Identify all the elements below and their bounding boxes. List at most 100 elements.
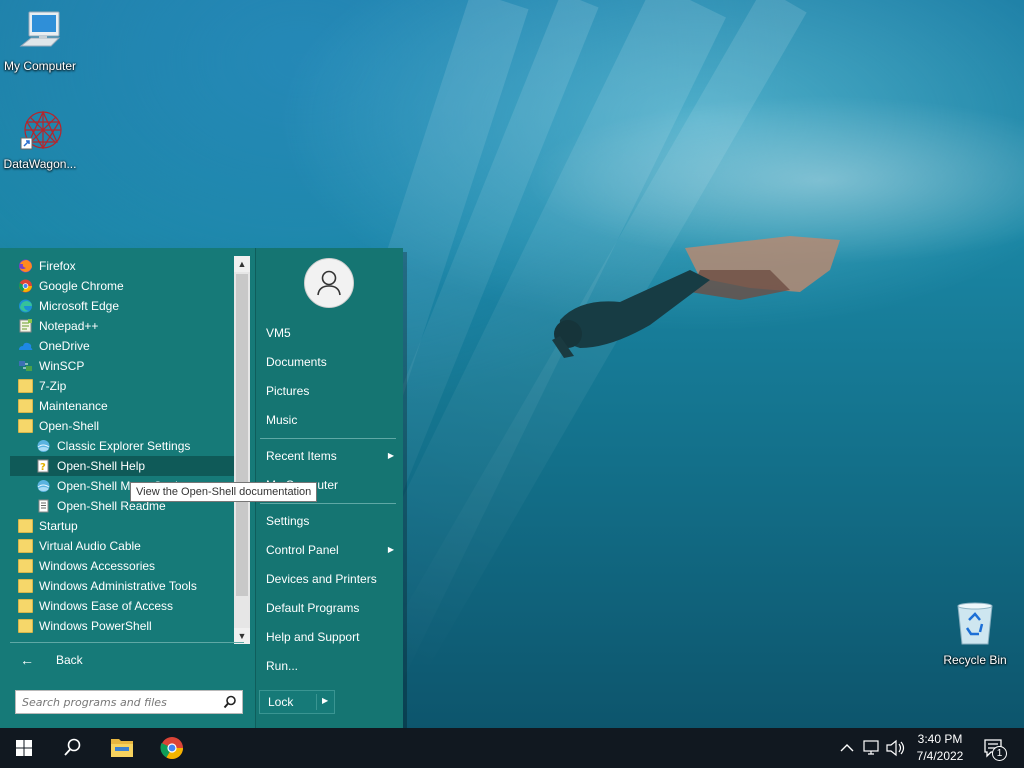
menu-item-label: Default Programs [266, 601, 360, 615]
program-item-maintenance[interactable]: Maintenance [10, 396, 234, 416]
program-item-winscp[interactable]: WinSCP [10, 356, 234, 376]
lock-button[interactable]: Lock ▶ [259, 690, 335, 714]
svg-text:?: ? [40, 462, 46, 473]
search-box[interactable] [15, 690, 243, 714]
program-list-scrollbar[interactable]: ▲ ▼ [234, 256, 250, 644]
program-item-startup[interactable]: Startup [10, 516, 234, 536]
desktop-icon-datawagon[interactable]: DataWagon... [0, 108, 80, 171]
network-tray-icon[interactable] [860, 728, 884, 768]
program-item-firefox[interactable]: Firefox [10, 256, 234, 276]
program-item-windows-powershell[interactable]: Windows PowerShell [10, 616, 234, 636]
menu-item-settings[interactable]: Settings [266, 511, 398, 531]
menu-item-user[interactable]: VM5 [266, 323, 398, 343]
submenu-arrow-icon: ▶ [387, 451, 394, 460]
clock-date: 7/4/2022 [916, 749, 964, 763]
program-list: Firefox Google Chrome Microsoft Edge Not… [10, 256, 234, 636]
desktop-icon-label: DataWagon... [3, 157, 77, 171]
taskbar-chrome[interactable] [148, 728, 196, 768]
monitor-icon [19, 11, 61, 47]
scroll-up-button[interactable]: ▲ [234, 256, 250, 272]
program-label: Windows Administrative Tools [39, 579, 197, 593]
program-item-google-chrome[interactable]: Google Chrome [10, 276, 234, 296]
program-label: WinSCP [39, 359, 85, 373]
program-label: Microsoft Edge [39, 299, 120, 313]
lock-divider [316, 694, 317, 710]
program-label: Google Chrome [39, 279, 124, 293]
folder-icon [18, 419, 33, 433]
program-item-windows-administrative-tools[interactable]: Windows Administrative Tools [10, 576, 234, 596]
menu-shadow [403, 252, 407, 728]
menu-item-label: Help and Support [266, 630, 360, 644]
menu-item-label: Music [266, 413, 298, 427]
program-label: Windows Ease of Access [39, 599, 174, 613]
program-label: Notepad++ [39, 319, 99, 333]
chevron-up-icon [840, 744, 854, 752]
program-item-windows-ease-of-access[interactable]: Windows Ease of Access [10, 596, 234, 616]
firefox-icon [19, 259, 32, 273]
desktop-icon-label: Recycle Bin [943, 653, 1007, 667]
menu-item-music[interactable]: Music [266, 410, 398, 430]
program-label: Startup [39, 519, 78, 533]
search-icon[interactable] [223, 695, 237, 709]
desktop-icon-my-computer[interactable]: My Computer [0, 10, 80, 73]
program-item-notepadpp[interactable]: Notepad++ [10, 316, 234, 336]
search-input[interactable] [22, 694, 212, 710]
menu-item-label: Devices and Printers [266, 572, 377, 586]
clock-time: 3:40 PM [917, 732, 963, 746]
light-ray [379, 0, 807, 678]
speaker-icon [886, 739, 905, 757]
scroll-thumb[interactable] [236, 274, 248, 596]
menu-item-label: Control Panel [266, 543, 339, 557]
program-item-open-shell[interactable]: Open-Shell [10, 416, 234, 436]
lock-options-arrow-icon[interactable]: ▶ [322, 696, 328, 705]
program-item-classic-explorer-settings[interactable]: Classic Explorer Settings [10, 436, 234, 456]
volume-tray-icon[interactable] [884, 728, 908, 768]
menu-item-recent-items[interactable]: Recent Items ▶ [266, 446, 398, 466]
start-button[interactable] [0, 728, 48, 768]
menu-item-label: Pictures [266, 384, 310, 398]
taskbar: 3:40 PM 7/4/2022 1 [0, 728, 1024, 768]
menu-item-help-support[interactable]: Help and Support [266, 627, 398, 647]
folder-icon [18, 559, 33, 573]
separator [260, 438, 396, 439]
menu-item-documents[interactable]: Documents [266, 352, 398, 372]
onedrive-icon [19, 342, 33, 350]
folder-icon [18, 539, 33, 553]
program-item-windows-accessories[interactable]: Windows Accessories [10, 556, 234, 576]
menu-item-default-programs[interactable]: Default Programs [266, 598, 398, 618]
program-label: Maintenance [39, 399, 108, 413]
program-label: Open-Shell [39, 419, 100, 433]
program-label: Windows PowerShell [39, 619, 152, 633]
show-hidden-icons-button[interactable] [836, 728, 858, 768]
user-avatar[interactable] [304, 258, 354, 308]
taskbar-file-explorer[interactable] [98, 728, 146, 768]
menu-item-devices-printers[interactable]: Devices and Printers [266, 569, 398, 589]
datawagon-icon [20, 110, 62, 150]
menu-item-control-panel[interactable]: Control Panel ▶ [266, 540, 398, 560]
program-label: Windows Accessories [39, 559, 156, 573]
folder-icon [18, 579, 33, 593]
program-item-open-shell-help[interactable]: ? Open-Shell Help [10, 456, 234, 476]
menu-item-label: Settings [266, 514, 310, 528]
clock[interactable]: 3:40 PM 7/4/2022 [910, 728, 970, 768]
submenu-arrow-icon: ▶ [387, 545, 394, 554]
edge-icon [19, 299, 32, 313]
menu-item-label: Recent Items [266, 449, 337, 463]
chrome-icon [160, 737, 183, 759]
chrome-icon [19, 279, 32, 293]
menu-item-pictures[interactable]: Pictures [266, 381, 398, 401]
diver-wallpaper [552, 236, 840, 358]
shell-globe-icon [37, 480, 50, 492]
action-center-button[interactable]: 1 [976, 728, 1024, 768]
back-button[interactable]: ← Back [14, 650, 234, 670]
tooltip: View the Open-Shell documentation [130, 482, 318, 502]
program-item-onedrive[interactable]: OneDrive [10, 336, 234, 356]
taskbar-search-button[interactable] [48, 728, 96, 768]
document-icon [38, 499, 49, 513]
folder-icon [18, 399, 33, 413]
program-item-7zip[interactable]: 7-Zip [10, 376, 234, 396]
program-item-microsoft-edge[interactable]: Microsoft Edge [10, 296, 234, 316]
desktop-icon-recycle-bin[interactable]: Recycle Bin [935, 600, 1015, 667]
program-item-virtual-audio-cable[interactable]: Virtual Audio Cable [10, 536, 234, 556]
menu-item-run[interactable]: Run... [266, 656, 398, 676]
